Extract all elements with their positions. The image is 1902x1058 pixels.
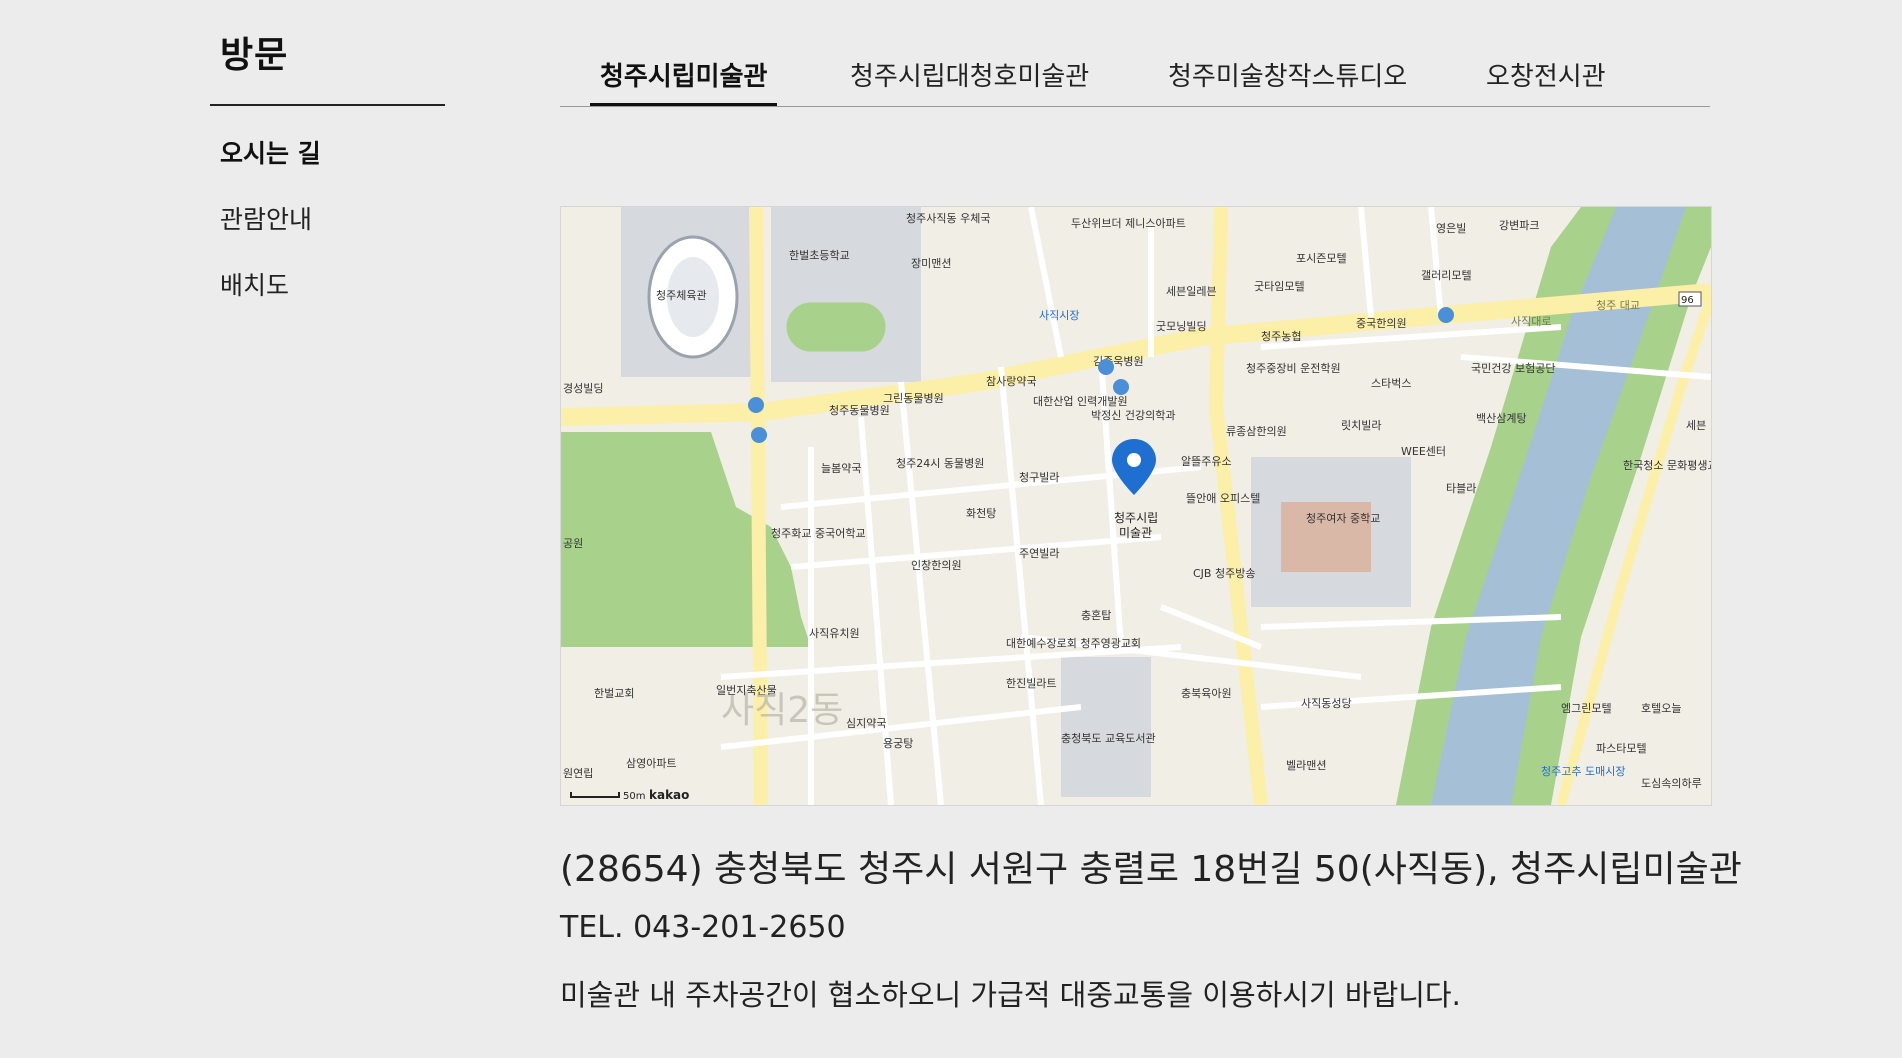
bus-icon — [1098, 359, 1114, 375]
sidebar-item-visit-info[interactable]: 관람안내 — [220, 202, 321, 268]
map-label-pharm2: 심지약국 — [846, 716, 886, 730]
kakao-logo: kakao — [649, 788, 689, 802]
map-label-stadium: 청주체육관 — [656, 289, 707, 302]
map-label-chinese: 중국한의원 — [1356, 317, 1407, 330]
map-label-officetel: 뜰안애 오피스텔 — [1186, 492, 1260, 505]
map-label-school: 한벌초등학교 — [789, 249, 850, 262]
bus-icon — [1113, 379, 1129, 395]
map-label-sam: 삼영아파트 — [626, 757, 677, 770]
map-label-inchang: 인창한의원 — [911, 559, 962, 572]
map-label-pharm: 늘봄약국 — [821, 461, 861, 475]
map-label-church1: 대한예수장로회 청주영광교회 — [1006, 637, 1141, 650]
map-label-youth: 한국청소 문화평생교 — [1623, 459, 1711, 472]
map-label-market: 사직시장 — [1039, 309, 1079, 322]
map-label-gas: 알뜰주유소 — [1181, 454, 1232, 468]
map-label-kinder: 사직유치원 — [809, 627, 860, 640]
map-dong-watermark: 사직2동 — [721, 690, 843, 731]
map-label-sajik-sung: 사직동성당 — [1301, 697, 1352, 710]
venue-tabs: 청주시립미술관 청주시립대청호미술관 청주미술창작스튜디오 오창전시관 — [560, 56, 1710, 107]
marker-label-line2: 미술관 — [1119, 526, 1152, 540]
map-label-ed-center: 충북육아원 — [1181, 687, 1232, 700]
map-label-dh-labor: 대한산업 인력개발원 — [1033, 395, 1128, 408]
map-label-hospital3: 청주24시 동물병원 — [896, 457, 984, 470]
map-label-girls: 청주여자 중학교 — [1306, 512, 1380, 525]
map-label-bath2: 화천탕 — [966, 506, 996, 520]
map-label-goodmorning: 굿모닝빌딩 — [1156, 320, 1207, 333]
map-label-villa4: 벨라맨션 — [1286, 759, 1326, 772]
map-label-baeksan: 백산삼계탕 — [1476, 412, 1527, 425]
bus-icon — [751, 427, 767, 443]
sidebar-menu: 오시는 길 관람안내 배치도 — [220, 136, 321, 334]
bus-icon — [1438, 307, 1454, 323]
map-label-cjb: CJB 청주방송 — [1193, 567, 1255, 580]
map-label-motel3: 굿타임모텔 — [1254, 280, 1305, 293]
telephone-text: TEL. 043-201-2650 — [560, 910, 846, 945]
map-label-library: 충청북도 교육도서관 — [1061, 732, 1156, 745]
marker-label-line1: 청주시립 — [1114, 511, 1158, 525]
map-label-bath: 용궁탕 — [883, 737, 913, 750]
map-library-block — [1061, 657, 1151, 797]
map-label-hospital2: 참사랑약국 — [986, 374, 1037, 388]
map-label-market2: 청주고추 도매시장 — [1541, 765, 1625, 778]
location-map[interactable]: 청주체육관 한벌초등학교 사직시장 두산위브더 제니스아파트 포시즌모텔 갤러리… — [560, 206, 1712, 806]
tab-daecheongho-museum[interactable]: 청주시립대청호미술관 — [850, 56, 1089, 104]
map-label-park-clinic: 박정신 건강의학과 — [1091, 409, 1175, 422]
map-label-wee: WEE센터 — [1401, 445, 1446, 458]
map-label-apt: 두산위브더 제니스아파트 — [1071, 217, 1186, 230]
map-label-road: 사직대로 — [1511, 315, 1551, 328]
map-label-animal: 청주동물병원 — [829, 404, 890, 417]
map-label-tower: 충혼탑 — [1081, 609, 1111, 622]
map-label-bridge: 청주 대교 — [1596, 299, 1640, 312]
map-label-hospital1: 그린동물병원 — [883, 392, 944, 405]
map-label-nh: 청주농협 — [1261, 330, 1301, 343]
map-label-motel4: 엠그린모텔 — [1561, 702, 1612, 715]
map-label-driving: 청주중장비 운전학원 — [1246, 362, 1341, 375]
map-label-starbucks: 스타벅스 — [1371, 377, 1411, 390]
map-label-yeongeun: 영은빌 — [1436, 222, 1466, 235]
route-badge-label: 96 — [1681, 295, 1694, 306]
map-label-motel6: 파스타모텔 — [1596, 742, 1647, 755]
map-label-tabella: 타블라 — [1446, 482, 1476, 495]
tab-ochang-hall[interactable]: 오창전시관 — [1486, 56, 1606, 104]
tab-cheongju-museum[interactable]: 청주시립미술관 — [589, 56, 778, 106]
tab-art-studio[interactable]: 청주미술창작스튜디오 — [1168, 56, 1407, 104]
map-label-motel5: 호텔오늘 — [1641, 702, 1681, 715]
map-school-block — [771, 207, 921, 382]
map-label-rich: 릿치빌라 — [1341, 419, 1381, 432]
map-label-villa1: 청구빌라 — [1019, 471, 1059, 484]
address-text: (28654) 충청북도 청주시 서원구 충렬로 18번길 50(사직동), 청… — [560, 849, 1742, 890]
map-label-church2: 한벌교회 — [594, 687, 634, 700]
map-label-park: 공원 — [563, 537, 583, 550]
map-soccer-field — [785, 301, 887, 353]
scale-label: 50m — [623, 791, 645, 802]
map-label-chinese-school: 청주화교 중국어학교 — [771, 527, 866, 540]
sidebar-item-floor-plan[interactable]: 배치도 — [220, 268, 321, 334]
map-label-gangbyeon: 강변파크 — [1499, 219, 1539, 232]
map-label-won: 원연립 — [563, 767, 593, 780]
map-label-villa3: 한진빌라트 — [1006, 677, 1057, 690]
map-pin-dot — [1127, 453, 1141, 467]
map-label-mansion: 장미맨션 — [911, 257, 951, 270]
parking-note: 미술관 내 주차공간이 협소하오니 가급적 대중교통을 이용하시기 바랍니다. — [560, 978, 1461, 1012]
map-label-kyungsung: 경성빌딩 — [563, 382, 603, 395]
map-label-nhis: 국민건강 보험공단 — [1471, 362, 1555, 375]
map-label-dosim: 도심속의하루 — [1641, 776, 1702, 790]
map-label-post: 청주사직동 우체국 — [906, 212, 990, 225]
map-label-ryu: 류종삼한의원 — [1226, 425, 1287, 438]
sidebar-title: 방문 — [220, 35, 289, 76]
map-label-sebin: 세븐 — [1686, 419, 1706, 432]
map-label-seven: 세븐일레븐 — [1166, 284, 1217, 298]
bus-icon — [748, 397, 764, 413]
map-label-villa2: 주연빌라 — [1019, 547, 1059, 560]
sidebar-divider — [210, 104, 445, 106]
map-label-motel2: 갤러리모텔 — [1421, 269, 1472, 282]
sidebar-item-directions[interactable]: 오시는 길 — [220, 136, 321, 202]
map-label-motel1: 포시즌모텔 — [1296, 252, 1347, 265]
